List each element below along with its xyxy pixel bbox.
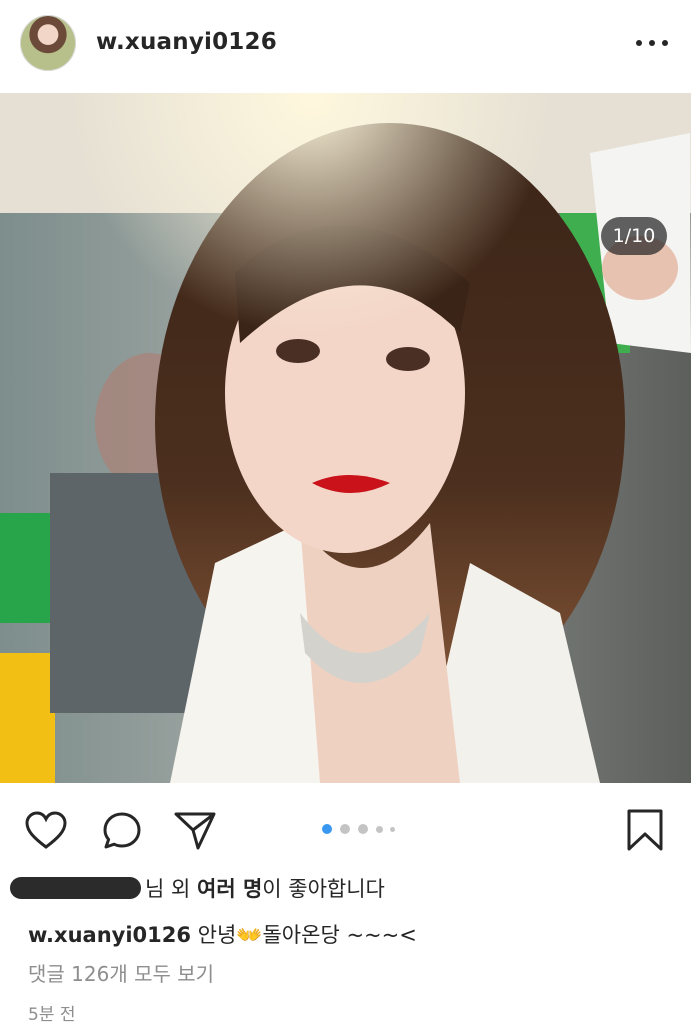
likes-count-label: 여러 명 — [197, 877, 263, 901]
likes-summary[interactable]: 님 외 여러 명이 좋아합니다 — [10, 873, 385, 903]
heart-icon[interactable] — [24, 810, 68, 850]
bookmark-icon[interactable] — [626, 808, 664, 852]
post-timestamp: 5분 전 — [28, 1005, 76, 1025]
redacted-username — [10, 877, 141, 899]
send-icon[interactable] — [173, 809, 217, 851]
carousel-dot — [390, 827, 395, 832]
post-caption: w.xuanyi0126 안녕👐돌아온당 ~~~< — [28, 919, 417, 949]
caption-text-end: 돌아온당 ~~~< — [262, 923, 417, 947]
more-horizontal-icon[interactable] — [636, 36, 668, 50]
caption-username[interactable]: w.xuanyi0126 — [28, 923, 191, 947]
view-all-comments-link[interactable]: 댓글 126개 모두 보기 — [28, 958, 214, 987]
photo-image — [0, 93, 691, 783]
caption-emoji: 👐 — [236, 923, 263, 947]
likes-end: 이 좋아합니다 — [262, 877, 385, 901]
likes-suffix: 님 외 — [145, 877, 197, 901]
post-photo[interactable]: 1/10 — [0, 93, 691, 783]
post-header: w.xuanyi0126 — [0, 0, 691, 92]
post-username[interactable]: w.xuanyi0126 — [96, 29, 277, 55]
carousel-dot — [376, 826, 383, 833]
carousel-dot — [340, 824, 350, 834]
carousel-dot-active — [322, 824, 332, 834]
photo-counter: 1/10 — [601, 217, 667, 255]
profile-avatar[interactable] — [20, 15, 76, 71]
caption-text-start: 안녕 — [191, 923, 237, 947]
carousel-dot — [358, 824, 368, 834]
comment-icon[interactable] — [101, 810, 143, 852]
